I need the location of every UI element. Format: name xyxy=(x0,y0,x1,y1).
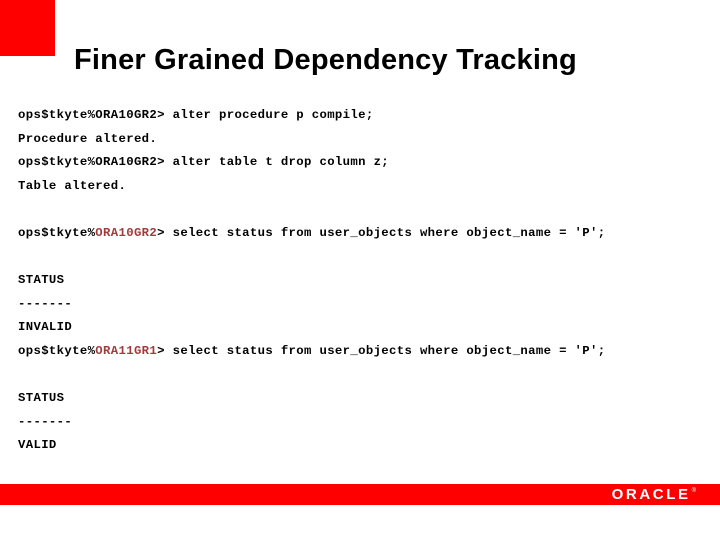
terminal-output-line: ------- xyxy=(18,296,73,311)
page-title: Finer Grained Dependency Tracking xyxy=(74,44,577,77)
terminal-output-line: Procedure altered. xyxy=(18,131,158,146)
presentation-slide: Finer Grained Dependency Tracking ops$tk… xyxy=(0,0,720,540)
terminal-db-tag: ORA11GR1 xyxy=(95,343,158,358)
terminal-prompt-suffix: > xyxy=(157,108,173,122)
terminal-prompt-prefix: ops$tkyte% xyxy=(18,343,96,358)
terminal-prompt-suffix: > xyxy=(157,343,173,358)
terminal-command-text: select status from user_objects where ob… xyxy=(172,225,606,240)
terminal-command-text: alter table t drop column z; xyxy=(172,155,390,170)
terminal-prompt-prefix: ops$tkyte% xyxy=(18,108,96,122)
corner-accent-square xyxy=(0,0,55,56)
terminal-command-text: alter procedure p compile; xyxy=(172,108,374,122)
terminal-db-tag: ORA10GR2 xyxy=(95,108,158,122)
oracle-logo: ORACLE ® xyxy=(612,485,696,504)
terminal-output-line: VALID xyxy=(18,438,57,453)
terminal-transcript: ops$tkyte%ORA10GR2> alter procedure p co… xyxy=(18,108,708,453)
terminal-prompt-suffix: > xyxy=(157,225,173,240)
terminal-command-line: ops$tkyte%ORA10GR2> select status from u… xyxy=(18,225,708,240)
terminal-prompt-prefix: ops$tkyte% xyxy=(18,155,96,170)
terminal-db-tag: ORA10GR2 xyxy=(95,225,158,240)
registered-trademark-icon: ® xyxy=(691,488,696,494)
terminal-command-line: ops$tkyte%ORA10GR2> alter table t drop c… xyxy=(18,155,708,170)
oracle-wordmark: ORACLE xyxy=(611,486,691,503)
terminal-prompt-suffix: > xyxy=(157,155,173,170)
terminal-command-text: select status from user_objects where ob… xyxy=(172,343,606,358)
terminal-command-line: ops$tkyte%ORA10GR2> alter procedure p co… xyxy=(18,108,708,122)
terminal-db-tag: ORA10GR2 xyxy=(95,155,158,170)
terminal-command-line: ops$tkyte%ORA11GR1> select status from u… xyxy=(18,343,708,358)
terminal-output-line: Table altered. xyxy=(18,178,127,193)
terminal-output-line: STATUS xyxy=(18,391,65,406)
terminal-prompt-prefix: ops$tkyte% xyxy=(18,225,96,240)
terminal-output-line: INVALID xyxy=(18,320,73,335)
terminal-output-line: STATUS xyxy=(18,273,65,288)
terminal-output-line: ------- xyxy=(18,414,73,429)
